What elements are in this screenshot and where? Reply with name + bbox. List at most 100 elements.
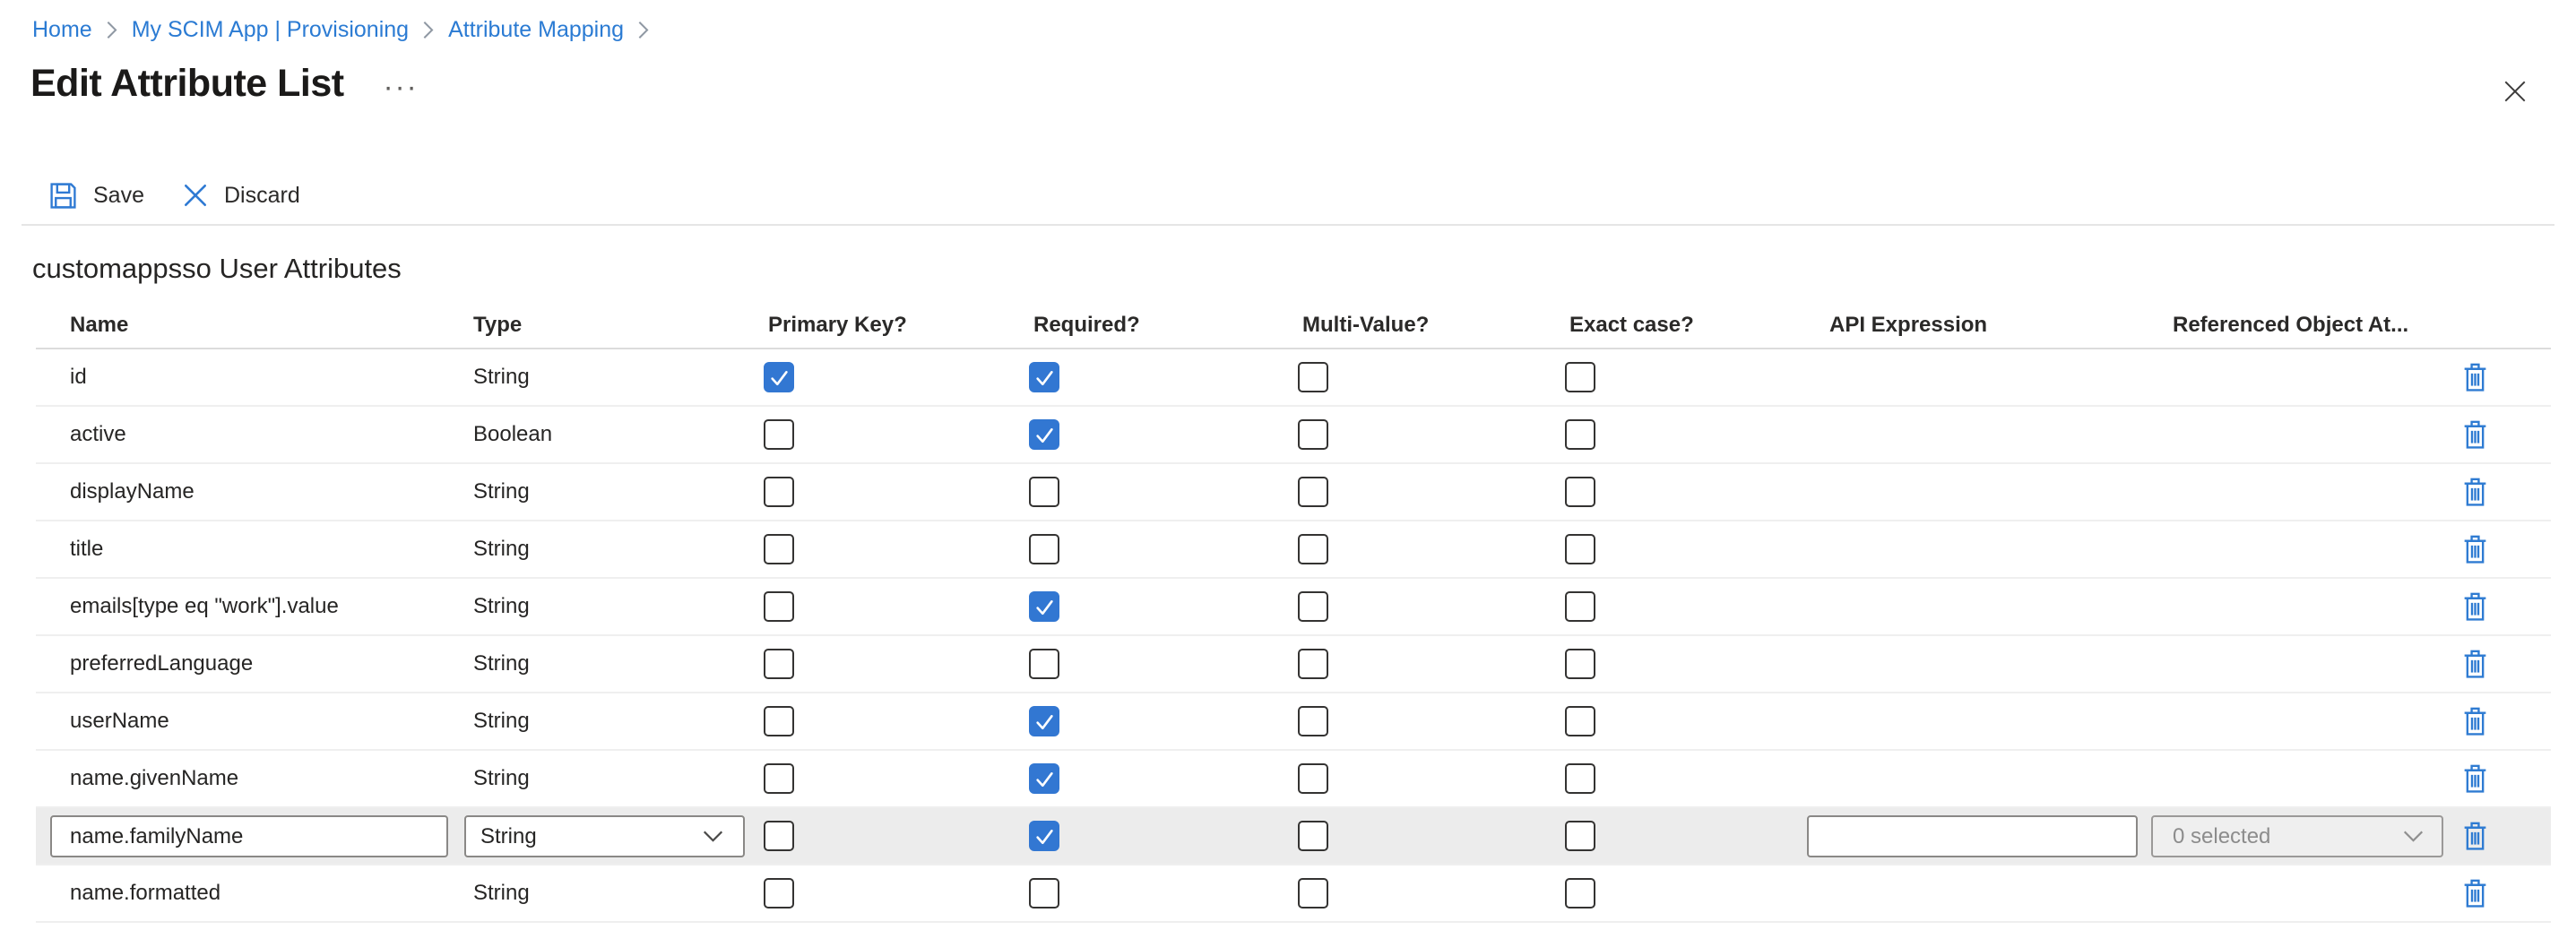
exact-case-checkbox[interactable]: [1565, 821, 1595, 851]
delete-cell: [2463, 865, 2551, 921]
delete-cell: [2463, 693, 2551, 749]
primary-key-cell: [764, 464, 1029, 520]
primary-key-checkbox[interactable]: [764, 821, 794, 851]
multi-value-checkbox[interactable]: [1298, 362, 1328, 392]
multi-value-checkbox[interactable]: [1298, 706, 1328, 736]
primary-key-checkbox[interactable]: [764, 477, 794, 507]
primary-key-cell: [764, 751, 1029, 806]
primary-key-cell: [764, 579, 1029, 634]
trash-icon: [2463, 420, 2487, 450]
required-checkbox[interactable]: [1029, 477, 1059, 507]
primary-key-checkbox[interactable]: [764, 419, 794, 450]
referenced-object-select-value: 0 selected: [2173, 824, 2270, 849]
exact-case-cell: [1565, 579, 1829, 634]
delete-row-button[interactable]: [2463, 879, 2487, 908]
exact-case-checkbox[interactable]: [1565, 591, 1595, 622]
api-expression-cell: [1829, 349, 2173, 405]
referenced-object-cell: [2173, 464, 2463, 520]
multi-value-checkbox[interactable]: [1298, 649, 1328, 679]
breadcrumb-link-attribute-mapping[interactable]: Attribute Mapping: [448, 17, 624, 43]
trash-icon: [2463, 650, 2487, 679]
primary-key-checkbox[interactable]: [764, 878, 794, 908]
delete-row-button[interactable]: [2463, 822, 2487, 851]
delete-row-button[interactable]: [2463, 650, 2487, 679]
referenced-object-cell: [2173, 636, 2463, 692]
trash-icon: [2463, 822, 2487, 851]
overflow-menu-button[interactable]: ···: [384, 72, 419, 101]
delete-row-button[interactable]: [2463, 478, 2487, 507]
primary-key-checkbox[interactable]: [764, 763, 794, 794]
exact-case-checkbox[interactable]: [1565, 649, 1595, 679]
multi-value-checkbox[interactable]: [1298, 477, 1328, 507]
required-checkbox[interactable]: [1029, 649, 1059, 679]
command-bar-divider: [22, 224, 2554, 226]
breadcrumb-link-provisioning[interactable]: My SCIM App | Provisioning: [132, 17, 409, 43]
attribute-name: preferredLanguage: [36, 636, 437, 692]
multi-value-checkbox[interactable]: [1298, 591, 1328, 622]
primary-key-checkbox[interactable]: [764, 362, 794, 392]
attribute-name-input[interactable]: [50, 815, 448, 857]
table-row: idString: [36, 349, 2551, 407]
primary-key-checkbox[interactable]: [764, 649, 794, 679]
exact-case-checkbox[interactable]: [1565, 477, 1595, 507]
required-cell: [1029, 693, 1298, 749]
delete-row-button[interactable]: [2463, 592, 2487, 622]
required-checkbox[interactable]: [1029, 763, 1059, 794]
multi-value-checkbox[interactable]: [1298, 878, 1328, 908]
delete-row-button[interactable]: [2463, 420, 2487, 450]
required-checkbox[interactable]: [1029, 534, 1059, 564]
primary-key-checkbox[interactable]: [764, 591, 794, 622]
referenced-object-cell: [2173, 693, 2463, 749]
multi-value-checkbox[interactable]: [1298, 821, 1328, 851]
required-checkbox[interactable]: [1029, 878, 1059, 908]
exact-case-checkbox[interactable]: [1565, 534, 1595, 564]
attribute-type-select-value: String: [480, 824, 537, 849]
delete-row-button[interactable]: [2463, 764, 2487, 794]
required-checkbox[interactable]: [1029, 821, 1059, 851]
table-row: activeBoolean: [36, 407, 2551, 464]
required-checkbox[interactable]: [1029, 591, 1059, 622]
close-button[interactable]: [2499, 75, 2531, 108]
exact-case-checkbox[interactable]: [1565, 706, 1595, 736]
discard-label: Discard: [224, 183, 300, 209]
referenced-object-select[interactable]: 0 selected: [2151, 815, 2443, 857]
delete-row-button[interactable]: [2463, 363, 2487, 392]
attribute-type-select[interactable]: String: [464, 815, 745, 857]
delete-row-button[interactable]: [2463, 707, 2487, 736]
api-expression-input[interactable]: [1807, 815, 2138, 857]
multi-value-checkbox[interactable]: [1298, 763, 1328, 794]
attribute-type: String: [437, 464, 764, 520]
exact-case-cell: [1565, 349, 1829, 405]
delete-row-button[interactable]: [2463, 535, 2487, 564]
exact-case-checkbox[interactable]: [1565, 362, 1595, 392]
required-cell: [1029, 579, 1298, 634]
primary-key-checkbox[interactable]: [764, 706, 794, 736]
column-header-type: Type: [437, 303, 764, 348]
multi-value-cell: [1298, 865, 1565, 921]
chevron-down-icon: [2403, 831, 2424, 842]
breadcrumb-link-home[interactable]: Home: [32, 17, 92, 43]
exact-case-checkbox[interactable]: [1565, 419, 1595, 450]
primary-key-checkbox[interactable]: [764, 534, 794, 564]
multi-value-checkbox[interactable]: [1298, 534, 1328, 564]
attribute-name: title: [36, 521, 437, 577]
command-bar: Save Discard: [48, 174, 300, 217]
primary-key-cell: [764, 349, 1029, 405]
required-checkbox[interactable]: [1029, 706, 1059, 736]
exact-case-checkbox[interactable]: [1565, 878, 1595, 908]
exact-case-checkbox[interactable]: [1565, 763, 1595, 794]
required-checkbox[interactable]: [1029, 362, 1059, 392]
discard-button[interactable]: Discard: [182, 182, 300, 209]
attribute-type: String: [437, 521, 764, 577]
multi-value-checkbox[interactable]: [1298, 419, 1328, 450]
required-checkbox[interactable]: [1029, 419, 1059, 450]
exact-case-cell: [1565, 521, 1829, 577]
attribute-name: userName: [36, 693, 437, 749]
save-button[interactable]: Save: [48, 181, 144, 211]
column-header-name: Name: [36, 303, 437, 348]
required-cell: [1029, 865, 1298, 921]
required-cell: [1029, 349, 1298, 405]
trash-icon: [2463, 592, 2487, 622]
referenced-object-cell: [2173, 865, 2463, 921]
multi-value-cell: [1298, 579, 1565, 634]
